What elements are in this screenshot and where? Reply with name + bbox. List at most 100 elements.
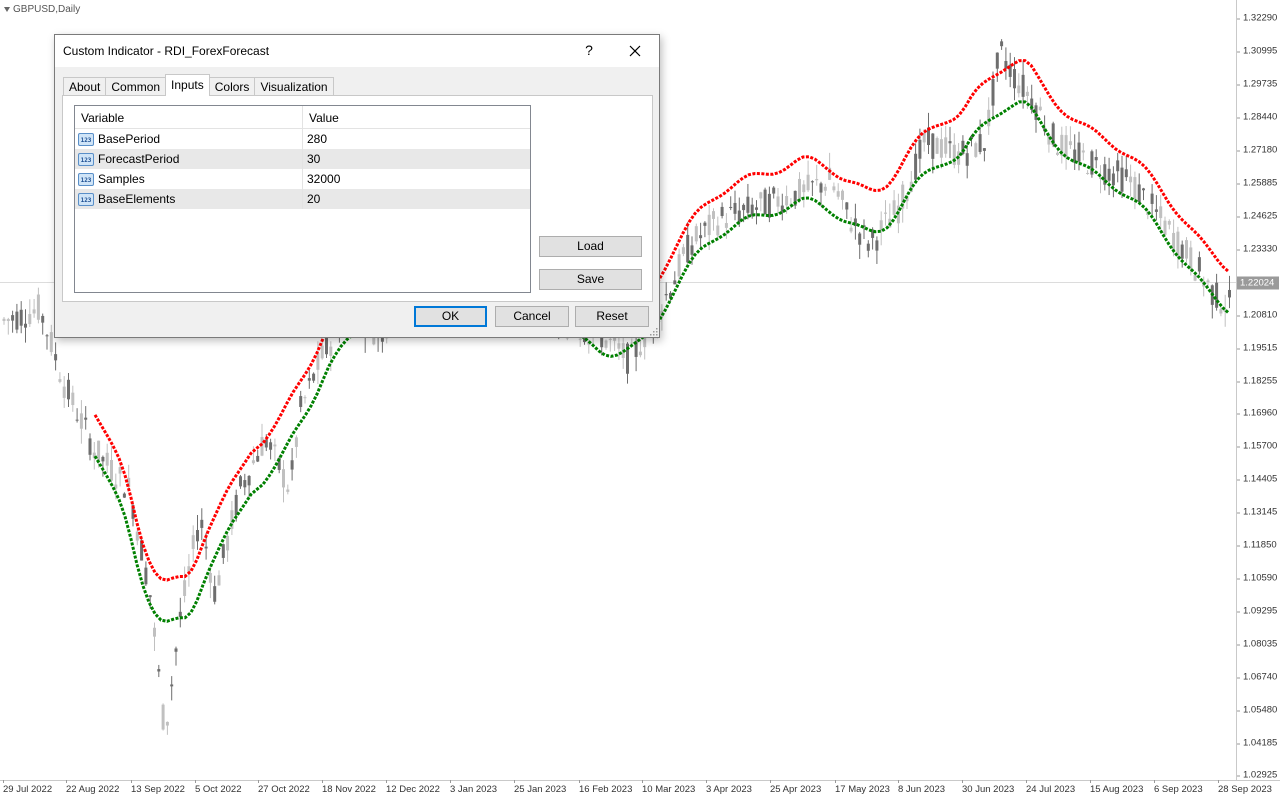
value-cell[interactable]: 32000 (303, 172, 340, 186)
candle-body (32, 309, 36, 314)
tab-about[interactable]: About (63, 77, 107, 96)
symbol-text: GBPUSD,Daily (13, 4, 81, 15)
candle-body (1025, 91, 1029, 96)
load-button[interactable]: Load (539, 236, 642, 257)
custom-indicator-dialog: Custom Indicator - RDI_ForexForecast ? A… (54, 34, 660, 338)
candle-body (1111, 173, 1115, 186)
candle-body (1159, 206, 1163, 219)
table-row[interactable]: 123 BaseElements 20 (75, 189, 530, 209)
candle-body (746, 196, 750, 213)
reset-button[interactable]: Reset (575, 306, 649, 327)
candle-body (935, 138, 939, 154)
candle-body (307, 378, 311, 381)
variable-name: Samples (98, 172, 145, 186)
save-button[interactable]: Save (539, 269, 642, 290)
time-axis[interactable]: 29 Jul 2022 22 Aug 2022 13 Sep 2022 5 Oc… (0, 780, 1280, 801)
candle-body (673, 280, 677, 285)
time-tick: 6 Sep 2023 (1154, 780, 1203, 795)
candle-body (1180, 244, 1184, 259)
candle-body (6, 319, 10, 322)
candle-body (282, 469, 285, 488)
resize-grip-icon[interactable] (650, 328, 658, 336)
value-cell[interactable]: 280 (303, 132, 327, 146)
candle-body (28, 314, 32, 325)
candle-body (294, 437, 298, 447)
candle-body (918, 139, 922, 159)
candle-body (776, 196, 780, 207)
candle-body (269, 442, 273, 450)
candle-body (1228, 289, 1231, 298)
candle-body (67, 379, 70, 400)
candle-body (1133, 177, 1137, 200)
variable-cell: 123 Samples (75, 169, 303, 189)
table-row[interactable]: 123 ForecastPeriod 30 (75, 149, 530, 169)
candle-body (617, 343, 621, 349)
dialog-title-bar[interactable]: Custom Indicator - RDI_ForexForecast ? (55, 35, 659, 67)
time-tick: 3 Jan 2023 (450, 780, 498, 795)
cancel-button[interactable]: Cancel (495, 306, 569, 327)
candle-body (239, 476, 242, 487)
price-tick: 1.05480 (1236, 704, 1278, 716)
help-button[interactable]: ? (579, 42, 599, 58)
candle-body (79, 413, 83, 429)
time-tick: 25 Apr 2023 (770, 780, 822, 795)
candle-body (174, 648, 178, 652)
table-header: Variable Value (75, 106, 530, 129)
column-header-variable[interactable]: Variable (75, 106, 303, 128)
inputs-tab-panel: Variable Value 123 BasePeriod 280 123 Fo… (62, 95, 653, 302)
time-tick: 25 Jan 2023 (514, 780, 567, 795)
price-tick: 1.24625 (1236, 210, 1278, 222)
candle-body (148, 595, 152, 598)
price-tick: 1.27180 (1236, 144, 1278, 156)
candle-body (157, 669, 161, 672)
value-cell[interactable]: 20 (303, 192, 320, 206)
candle-body (965, 153, 969, 166)
candle-body (1068, 141, 1072, 146)
integer-param-icon: 123 (78, 192, 94, 206)
candle-body (1086, 172, 1090, 174)
candle-body (208, 572, 212, 583)
price-tick: 1.23330 (1236, 243, 1278, 255)
candle-body (699, 235, 703, 239)
candle-body (866, 243, 870, 251)
ok-button[interactable]: OK (414, 306, 487, 327)
time-tick: 10 Mar 2023 (642, 780, 696, 795)
candle-body (234, 494, 238, 516)
candle-body (84, 417, 88, 420)
table-row[interactable]: 123 Samples 32000 (75, 169, 530, 189)
current-price-label: 1.22024 (1237, 276, 1279, 290)
column-header-value[interactable]: Value (303, 106, 339, 128)
candle-body (681, 247, 685, 254)
candle-body (716, 225, 720, 236)
candle-body (845, 202, 849, 210)
candle-body (694, 226, 698, 242)
candle-body (763, 189, 767, 215)
candle-body (1142, 188, 1145, 191)
tab-colors[interactable]: Colors (208, 77, 256, 96)
candle-body (2, 318, 6, 321)
candle-body (105, 452, 109, 466)
inputs-table[interactable]: Variable Value 123 BasePeriod 280 123 Fo… (74, 105, 531, 293)
table-row[interactable]: 123 BasePeriod 280 (75, 129, 530, 149)
price-axis[interactable]: 1.32290 1.30995 1.29735 1.28440 1.27180 … (1236, 0, 1280, 781)
candle-body (690, 245, 694, 255)
price-tick: 1.08035 (1236, 638, 1278, 650)
time-tick: 27 Oct 2022 (258, 780, 310, 795)
candle-body (144, 567, 148, 585)
candle-body (1185, 240, 1188, 259)
candle-body (948, 141, 952, 144)
dialog-title: Custom Indicator - RDI_ForexForecast (63, 44, 270, 58)
tab-common[interactable]: Common (105, 77, 167, 96)
candle-body (213, 586, 217, 602)
close-button[interactable] (621, 40, 649, 62)
candle-body (161, 704, 165, 730)
tab-inputs[interactable]: Inputs (165, 74, 210, 96)
time-tick: 22 Aug 2022 (66, 780, 120, 795)
value-cell[interactable]: 30 (303, 152, 320, 166)
candle-body (1150, 193, 1154, 204)
candle-body (759, 192, 763, 199)
candle-body (810, 181, 814, 183)
candle-body (312, 373, 316, 381)
symbol-label[interactable]: GBPUSD,Daily (4, 4, 80, 15)
tab-visualization[interactable]: Visualization (254, 77, 334, 96)
